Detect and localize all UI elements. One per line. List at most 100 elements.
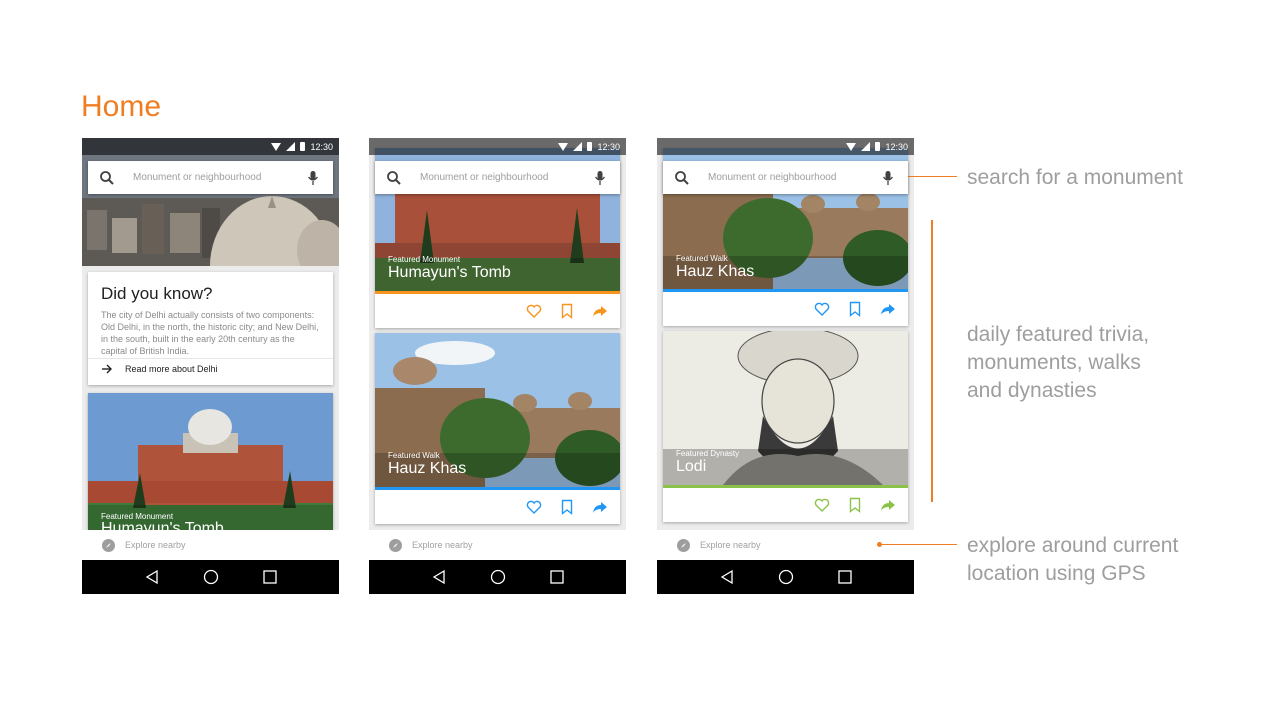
card-title: Hauz Khas: [388, 460, 467, 477]
heart-icon[interactable]: [526, 303, 542, 319]
status-time: 12:30: [597, 141, 620, 152]
read-more-label: Read more about Delhi: [125, 364, 218, 374]
card-title: Lodi: [676, 458, 707, 475]
card-actions: [663, 292, 908, 326]
recents-icon[interactable]: [262, 569, 278, 585]
status-bar: 12:30: [82, 138, 339, 155]
wifi-icon: [558, 142, 569, 151]
mic-icon[interactable]: [594, 170, 606, 186]
heart-icon[interactable]: [814, 497, 830, 513]
annotation-featured-line: monuments, walks: [967, 351, 1141, 374]
search-icon[interactable]: [99, 170, 115, 186]
search-input[interactable]: Monument or neighbourhood: [420, 172, 594, 183]
back-icon[interactable]: [144, 569, 160, 585]
heart-icon[interactable]: [814, 301, 830, 317]
annotation-search: search for a monument: [967, 166, 1183, 189]
card-kicker: Featured Walk: [388, 451, 440, 460]
phone-screen-1: 12:30 Monument or neighbourhood Did you …: [82, 138, 339, 594]
page-title: Home: [81, 90, 162, 123]
search-bar[interactable]: Monument or neighbourhood: [663, 161, 908, 194]
battery-icon: [875, 142, 881, 151]
arrow-right-icon: [102, 364, 112, 374]
search-icon[interactable]: [386, 170, 402, 186]
share-icon[interactable]: [880, 301, 896, 317]
search-icon[interactable]: [674, 170, 690, 186]
back-icon[interactable]: [431, 569, 447, 585]
search-input[interactable]: Monument or neighbourhood: [133, 172, 307, 183]
trivia-body: The city of Delhi actually consists of t…: [101, 310, 319, 356]
compass-icon: [389, 538, 402, 552]
android-nav-bar: [369, 560, 626, 594]
featured-walk-card[interactable]: Featured Walk Hauz Khas: [375, 333, 620, 524]
card-actions: [375, 490, 620, 524]
explore-label: Explore nearby: [412, 540, 473, 550]
share-icon[interactable]: [592, 303, 608, 319]
explore-label: Explore nearby: [700, 540, 761, 550]
read-more-link[interactable]: Read more about Delhi: [101, 363, 218, 375]
card-title: Humayun's Tomb: [388, 264, 511, 281]
annotation-explore: explore around current location using GP…: [967, 532, 1178, 588]
search-bar[interactable]: Monument or neighbourhood: [88, 161, 333, 194]
search-input[interactable]: Monument or neighbourhood: [708, 172, 882, 183]
android-nav-bar: [82, 560, 339, 594]
bookmark-icon[interactable]: [559, 303, 575, 319]
card-actions: [375, 294, 620, 328]
lodi-portrait-image: Featured Dynasty Lodi: [663, 331, 908, 485]
humayuns-tomb-image: Featured Monument Humayun's Tomb: [88, 393, 333, 530]
status-bar: 12:30: [657, 138, 914, 155]
recents-icon[interactable]: [549, 569, 565, 585]
recents-icon[interactable]: [837, 569, 853, 585]
home-icon[interactable]: [490, 569, 506, 585]
explore-nearby-button[interactable]: Explore nearby: [82, 530, 339, 560]
explore-label: Explore nearby: [125, 540, 186, 550]
annotation-connector: [882, 544, 957, 545]
card-kicker: Featured Monument: [388, 255, 461, 264]
mic-icon[interactable]: [882, 170, 894, 186]
android-nav-bar: [657, 560, 914, 594]
signal-icon: [286, 142, 296, 151]
status-time: 12:30: [885, 141, 908, 152]
trivia-title: Did you know?: [101, 284, 213, 303]
card-kicker: Featured Walk: [676, 254, 728, 263]
heart-icon[interactable]: [526, 499, 542, 515]
hauz-khas-image: Featured Walk Hauz Khas: [375, 333, 620, 487]
explore-nearby-button[interactable]: Explore nearby: [657, 530, 914, 560]
annotation-bracket: [931, 220, 933, 502]
back-icon[interactable]: [719, 569, 735, 585]
explore-nearby-button[interactable]: Explore nearby: [369, 530, 626, 560]
status-bar: 12:30: [369, 138, 626, 155]
wifi-icon: [846, 142, 857, 151]
trivia-card: Did you know? The city of Delhi actually…: [88, 272, 333, 385]
wifi-icon: [271, 142, 282, 151]
card-kicker: Featured Dynasty: [676, 449, 740, 458]
bookmark-icon[interactable]: [847, 301, 863, 317]
delhi-hero-image: [82, 138, 339, 266]
featured-monument-card[interactable]: Featured Monument Humayun's Tomb: [88, 393, 333, 530]
annotation-explore-line: explore around current: [967, 534, 1179, 557]
card-title: Hauz Khas: [676, 263, 755, 280]
mic-icon[interactable]: [307, 170, 319, 186]
signal-icon: [573, 142, 583, 151]
annotation-explore-line: location using GPS: [967, 562, 1146, 585]
search-bar[interactable]: Monument or neighbourhood: [375, 161, 620, 194]
battery-icon: [587, 142, 593, 151]
compass-icon: [677, 538, 690, 552]
home-icon[interactable]: [203, 569, 219, 585]
annotation-featured: daily featured trivia, monuments, walks …: [967, 321, 1149, 405]
signal-icon: [861, 142, 871, 151]
card-actions: [663, 488, 908, 522]
battery-icon: [300, 142, 306, 151]
featured-dynasty-card[interactable]: Featured Dynasty Lodi: [663, 331, 908, 522]
status-time: 12:30: [310, 141, 333, 152]
compass-icon: [102, 538, 115, 552]
share-icon[interactable]: [592, 499, 608, 515]
bookmark-icon[interactable]: [559, 499, 575, 515]
divider: [88, 358, 333, 359]
bookmark-icon[interactable]: [847, 497, 863, 513]
share-icon[interactable]: [880, 497, 896, 513]
home-icon[interactable]: [778, 569, 794, 585]
phone-screen-3: 12:30 Featured Walk Hauz Khas Monument o…: [657, 138, 914, 594]
annotation-featured-line: daily featured trivia,: [967, 323, 1150, 346]
phone-screen-2: 12:30 Featured Monument Humayun's Tomb M…: [369, 138, 626, 594]
card-title: Humayun's Tomb: [101, 520, 224, 530]
